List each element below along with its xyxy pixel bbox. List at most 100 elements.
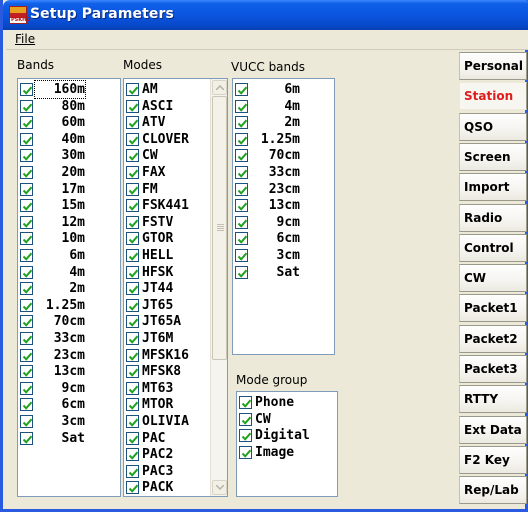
bands-item[interactable]: 13cm	[18, 363, 120, 380]
checkbox[interactable]	[20, 149, 33, 163]
tab-f2-key[interactable]: F2 Key	[459, 445, 527, 474]
modes-item[interactable]: MTOR	[124, 396, 227, 413]
vucc-item[interactable]: 3cm	[233, 247, 334, 264]
checkbox[interactable]	[126, 315, 139, 329]
tab-cw[interactable]: CW	[459, 264, 527, 293]
checkbox[interactable]	[126, 215, 139, 229]
checkbox[interactable]	[126, 365, 139, 379]
checkbox[interactable]	[235, 166, 248, 179]
vucc-list[interactable]: 6m 4m 2m 1.25m 70cm 33cm 23cm 13cm 9cm 6cm 3cm Sat	[232, 78, 335, 355]
modes-item[interactable]: FM	[124, 181, 227, 198]
modes-item[interactable]: FSTV	[124, 214, 227, 231]
checkbox[interactable]	[20, 215, 33, 229]
checkbox[interactable]	[20, 381, 33, 395]
vucc-item[interactable]: 1.25m	[233, 131, 334, 148]
bands-item[interactable]: 10m	[18, 230, 120, 247]
vucc-item[interactable]: 6m	[233, 81, 334, 98]
tab-packet3[interactable]: Packet3	[459, 355, 527, 383]
bands-item[interactable]: 6cm	[18, 396, 120, 413]
modes-item[interactable]: ASCI	[124, 98, 227, 115]
tab-rtty[interactable]: RTTY	[459, 385, 527, 414]
checkbox[interactable]	[126, 116, 139, 130]
modes-item[interactable]: JT65A	[124, 313, 227, 330]
checkbox[interactable]	[126, 481, 139, 495]
modes-item[interactable]: CLOVER	[124, 131, 227, 148]
vucc-item[interactable]: 9cm	[233, 214, 334, 231]
modes-item[interactable]: HELL	[124, 247, 227, 264]
checkbox[interactable]	[239, 429, 252, 443]
modes-item[interactable]: PACK	[124, 479, 227, 496]
checkbox[interactable]	[239, 396, 252, 409]
modes-item[interactable]: PAC2	[124, 446, 227, 463]
checkbox[interactable]	[235, 182, 248, 196]
modes-item[interactable]: MFSK16	[124, 347, 227, 364]
modes-item[interactable]: ATV	[124, 114, 227, 131]
modes-item[interactable]: JT65	[124, 297, 227, 314]
checkbox[interactable]	[20, 348, 33, 362]
checkbox[interactable]	[126, 265, 139, 279]
bands-item[interactable]: 1.25m	[18, 297, 120, 314]
vucc-item[interactable]: 33cm	[233, 164, 334, 181]
checkbox[interactable]	[20, 116, 33, 130]
checkbox[interactable]	[20, 182, 33, 196]
checkbox[interactable]	[20, 332, 33, 345]
bands-item[interactable]: 23cm	[18, 347, 120, 364]
tab-qso[interactable]: QSO	[459, 112, 527, 141]
checkbox[interactable]	[235, 149, 248, 163]
modes-item[interactable]: JT44	[124, 280, 227, 297]
modes-item[interactable]: MT63	[124, 380, 227, 397]
checkbox[interactable]	[126, 381, 139, 395]
modes-item[interactable]: HFSK	[124, 264, 227, 281]
tab-station[interactable]: Station	[459, 82, 527, 111]
tab-import[interactable]: Import	[459, 173, 527, 202]
checkbox[interactable]	[126, 282, 139, 296]
bands-item[interactable]: 20m	[18, 164, 120, 181]
tab-radio[interactable]: Radio	[459, 203, 527, 232]
checkbox[interactable]	[235, 199, 248, 213]
checkbox[interactable]	[235, 249, 248, 262]
checkbox[interactable]	[20, 232, 33, 246]
checkbox[interactable]	[126, 232, 139, 246]
checkbox[interactable]	[126, 415, 139, 428]
checkbox[interactable]	[239, 445, 252, 459]
bands-item[interactable]: 15m	[18, 197, 120, 214]
bands-item[interactable]: 6m	[18, 247, 120, 264]
bands-item[interactable]: 9cm	[18, 380, 120, 397]
tab-control[interactable]: Control	[459, 233, 527, 262]
bands-item[interactable]: 70cm	[18, 313, 120, 330]
bands-item[interactable]: 80m	[18, 98, 120, 115]
checkbox[interactable]	[126, 448, 139, 462]
bands-item[interactable]: 4m	[18, 264, 120, 281]
checkbox[interactable]	[126, 298, 139, 312]
checkbox[interactable]	[20, 365, 33, 379]
bands-item[interactable]: 33cm	[18, 330, 120, 347]
checkbox[interactable]	[20, 431, 33, 445]
checkbox[interactable]	[126, 132, 139, 146]
vucc-item[interactable]: 2m	[233, 114, 334, 131]
bands-item[interactable]: Sat	[18, 430, 120, 447]
checkbox[interactable]	[20, 282, 33, 296]
vucc-item[interactable]: 70cm	[233, 147, 334, 164]
modes-item[interactable]: MFSK8	[124, 363, 227, 380]
bands-item[interactable]: 160m	[18, 80, 120, 99]
tab-ext-data[interactable]: Ext Data	[459, 415, 527, 444]
modes-item[interactable]: CW	[124, 147, 227, 164]
checkbox[interactable]	[20, 249, 33, 262]
checkbox[interactable]	[126, 83, 139, 96]
checkbox[interactable]	[20, 415, 33, 428]
checkbox[interactable]	[126, 464, 139, 478]
checkbox[interactable]	[126, 348, 139, 362]
modes-item[interactable]: PAC	[124, 430, 227, 447]
modes-item[interactable]: FAX	[124, 164, 227, 181]
vucc-item[interactable]: 23cm	[233, 181, 334, 198]
bands-item[interactable]: 30m	[18, 147, 120, 164]
menu-file[interactable]: File	[15, 32, 35, 46]
checkbox[interactable]	[235, 116, 248, 130]
mode_group-item[interactable]: CW	[237, 411, 337, 428]
checkbox[interactable]	[126, 99, 139, 113]
tab-packet1[interactable]: Packet1	[459, 294, 527, 323]
checkbox[interactable]	[235, 215, 248, 229]
bands-item[interactable]: 12m	[18, 214, 120, 231]
checkbox[interactable]	[235, 265, 248, 279]
modes-item[interactable]: AM	[124, 81, 227, 98]
